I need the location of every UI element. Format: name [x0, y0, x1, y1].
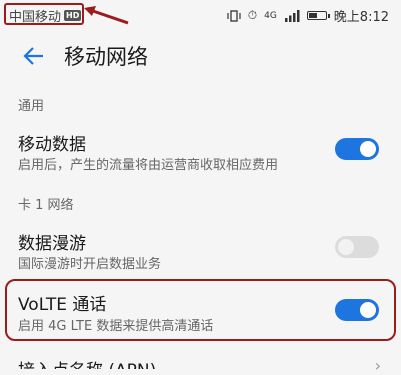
toggle-knob	[360, 141, 376, 157]
data-roaming-title: 数据漫游	[18, 234, 86, 254]
carrier-name: 中国移动	[9, 10, 62, 25]
mobile-data-title: 移动数据	[18, 135, 86, 155]
back-button[interactable]	[14, 36, 54, 76]
status-icons: ⏱ 4G 晚上8:12	[227, 6, 389, 25]
page-title: 移动网络	[64, 45, 148, 69]
annotation-arrow-icon	[84, 6, 129, 25]
clock-icon: ⏱	[247, 8, 258, 22]
apn-title: 接入点名称 (APN)	[18, 356, 156, 369]
mobile-data-subtitle: 启用后，产生的流量将由运营商收取相应费用	[18, 158, 279, 173]
carrier-label: 中国移动 HD	[9, 6, 82, 25]
section-label-card1: 卡 1 网络	[18, 198, 74, 213]
status-bar: 中国移动 HD ⏱ 4G 晚上8:12	[0, 0, 401, 30]
section-label-general: 通用	[18, 99, 45, 114]
page-header: 移动网络	[0, 30, 401, 82]
volte-highlight-box	[5, 279, 396, 341]
chevron-right-icon: ›	[374, 356, 381, 375]
back-arrow-icon	[23, 47, 43, 65]
mobile-data-toggle[interactable]	[335, 138, 379, 160]
battery-icon	[306, 11, 330, 20]
network-type-label: 4G	[264, 10, 277, 21]
hd-badge: HD	[64, 10, 82, 21]
status-time: 晚上8:12	[333, 10, 389, 25]
mobile-data-row[interactable]: 移动数据 启用后，产生的流量将由运营商收取相应费用	[0, 120, 401, 182]
signal-icon	[284, 9, 300, 22]
toggle-knob	[338, 239, 354, 255]
data-roaming-row[interactable]: 数据漫游 国际漫游时开启数据业务	[0, 220, 401, 276]
data-roaming-subtitle: 国际漫游时开启数据业务	[18, 257, 162, 272]
vibrate-icon	[227, 9, 241, 22]
data-roaming-toggle[interactable]	[335, 236, 379, 258]
apn-row[interactable]: 接入点名称 (APN)	[0, 350, 401, 369]
